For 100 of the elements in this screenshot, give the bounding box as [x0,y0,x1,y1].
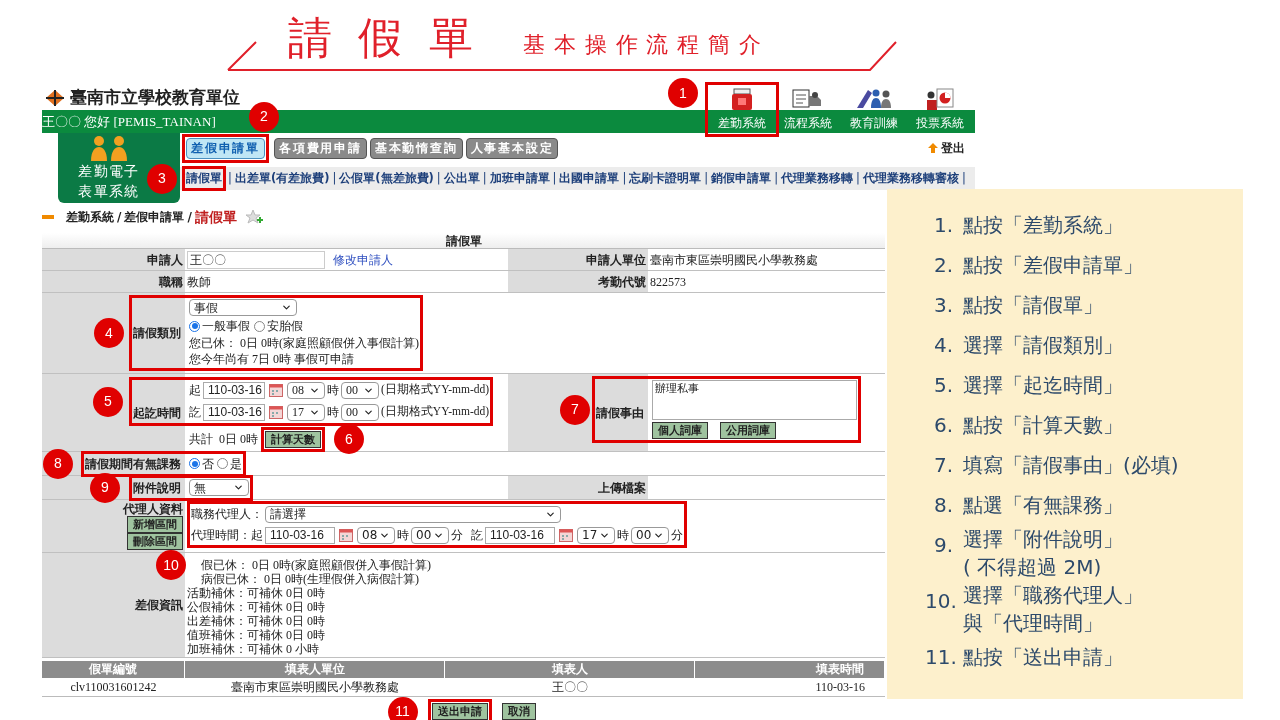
leave-info-line: 加班補休：可補休 0 小時 [187,642,320,656]
form-link[interactable]: 忘刷卡證明單 [629,169,702,188]
deputy-end-label: 訖 [471,527,483,544]
chevron-icon [281,302,292,313]
radio-label: 一般事假 [202,318,250,335]
step-text: 點按「差假申請單」 [963,252,1143,279]
field-label: 請假期間有無課務 [85,455,181,473]
minute-select[interactable]: 00 [631,526,669,544]
system-button[interactable]: 流程系統 [775,86,841,133]
hour-select[interactable]: 17 [287,403,325,421]
step-text: 填寫「請假事由」(必填) [963,452,1179,479]
step-number: 8. [932,492,953,519]
system-button[interactable]: 教育訓練 [841,86,907,133]
edit-applicant-link[interactable]: 修改申請人 [333,250,393,269]
period-prefix: 起 [189,382,201,399]
submit-button[interactable]: 送出申請 [431,703,488,720]
field-label: 代理人資料 [123,502,183,516]
logout-button[interactable]: 登出 [928,139,965,157]
format-note: (日期格式YY-mm-dd) [381,404,490,420]
step-number: 10. [925,588,953,615]
phrase-library-button[interactable]: 個人詞庫 [652,422,708,439]
column-header: 填表人單位 [185,661,445,678]
tab[interactable]: 差假申請單 [186,137,265,159]
attachment-select[interactable]: 無 [189,479,249,496]
system-button[interactable]: 差勤系統 [709,86,775,133]
reason-textarea[interactable]: 辦理私事 [652,380,857,420]
step-text: 選擇「請假類別」 [963,332,1123,359]
interval-button[interactable]: 刪除區間 [127,533,183,550]
calendar-icon[interactable] [269,383,283,397]
step-number: 2. [932,252,953,279]
calendar-icon[interactable] [559,528,573,542]
radio-button[interactable] [254,320,265,332]
date-field[interactable]: 110-03-16 [485,526,555,544]
cancel-button[interactable]: 取消 [501,703,536,720]
radio-button[interactable] [217,458,228,469]
organization-name: 臺南市立學校教育單位 [70,86,240,110]
interval-button[interactable]: 新增區間 [127,516,183,533]
step-text: 點按「送出申請」 [963,644,1123,671]
up-arrow-icon [928,143,938,153]
leave-info-line: 值班補休：可補休 0日 0時 [187,628,326,642]
step-text: 點按「請假單」 [963,292,1103,319]
form-link[interactable]: 公假單(無差旅費) [339,169,434,188]
step-number: 9. [932,532,953,559]
format-note: (日期格式YY-mm-dd) [381,382,490,398]
deputy-select[interactable]: 請選擇 [265,505,561,523]
step-text: 點按「計算天數」 [963,412,1123,439]
unit-label: 分 [671,527,683,544]
field-label: 請假類別 [133,325,181,342]
date-field[interactable]: 110-03-16 [203,381,265,399]
field-label: 申請人單位 [586,251,646,269]
link-separator: | [773,169,780,187]
logo-text: 表單系統 [78,182,140,201]
form-link[interactable]: 代理業務移轉 [781,169,854,188]
star-plus-icon[interactable] [244,209,265,225]
highlight-frame [182,165,226,192]
leave-type-select[interactable]: 事假 [189,299,297,316]
field-label: 考勤代號 [598,273,646,291]
calendar-icon[interactable] [269,405,283,419]
form-link[interactable]: 銷假申請單 [711,169,772,188]
form-link[interactable]: 公出單 [443,169,480,188]
calendar-icon[interactable] [339,528,353,542]
breadcrumb-item[interactable]: 差假申請單 [124,208,185,226]
hour-select[interactable]: 08 [357,526,395,544]
total-duration: 共計 0日 0時 [189,431,258,448]
minute-select[interactable]: 00 [341,381,379,399]
form-link[interactable]: 出差單(有差旅費) [234,169,330,188]
leave-note: 您今年尚有 7日 0時 事假可申請 [189,352,354,367]
calculate-days-button[interactable]: 計算天數 [265,430,321,448]
field-value: 822573 [650,273,686,291]
highlight-frame [427,699,492,720]
hour-select[interactable]: 08 [287,381,325,399]
minute-select[interactable]: 00 [341,403,379,421]
chevron-icon [233,482,244,493]
step-text: ( 不得超過 2M) [963,554,1103,581]
bullet-icon [42,215,54,219]
form-link[interactable]: 加班申請單 [489,169,550,188]
form-link[interactable]: 出國申請單 [559,169,620,188]
form-link[interactable]: 代理業務移轉審核 [862,169,959,188]
radio-label: 是 [230,455,242,473]
applicant-field[interactable]: 王〇〇 [187,250,325,269]
field-label: 起訖時間 [133,405,181,422]
radio-label: 安胎假 [267,318,303,335]
minute-select[interactable]: 00 [411,526,449,544]
leave-info-line: 公假補休：可補休 0日 0時 [187,600,326,614]
hour-select[interactable]: 17 [577,526,615,544]
breadcrumb-item[interactable]: 差勤系統 [66,208,114,226]
form-title: 請假單 [445,232,482,250]
breadcrumb-separator: / [116,209,123,226]
leave-info-line: 病假已休： 0日 0時(生理假併入病假計算) [200,572,420,586]
radio-button[interactable] [189,458,200,469]
system-button[interactable]: 投票系統 [907,86,973,133]
leave-info-line: 假已休： 0日 0時(家庭照顧假併入事假計算) [200,558,432,572]
form-link[interactable]: 請假單 [186,169,222,188]
slide-title: 請假單 [288,16,500,60]
radio-button[interactable] [189,320,200,332]
breadcrumb-item: 請假單 [194,207,237,227]
date-field[interactable]: 110-03-16 [265,526,335,544]
step-number: 4. [932,332,953,359]
date-field[interactable]: 110-03-16 [203,403,265,421]
phrase-library-button[interactable]: 公用詞庫 [720,422,776,439]
